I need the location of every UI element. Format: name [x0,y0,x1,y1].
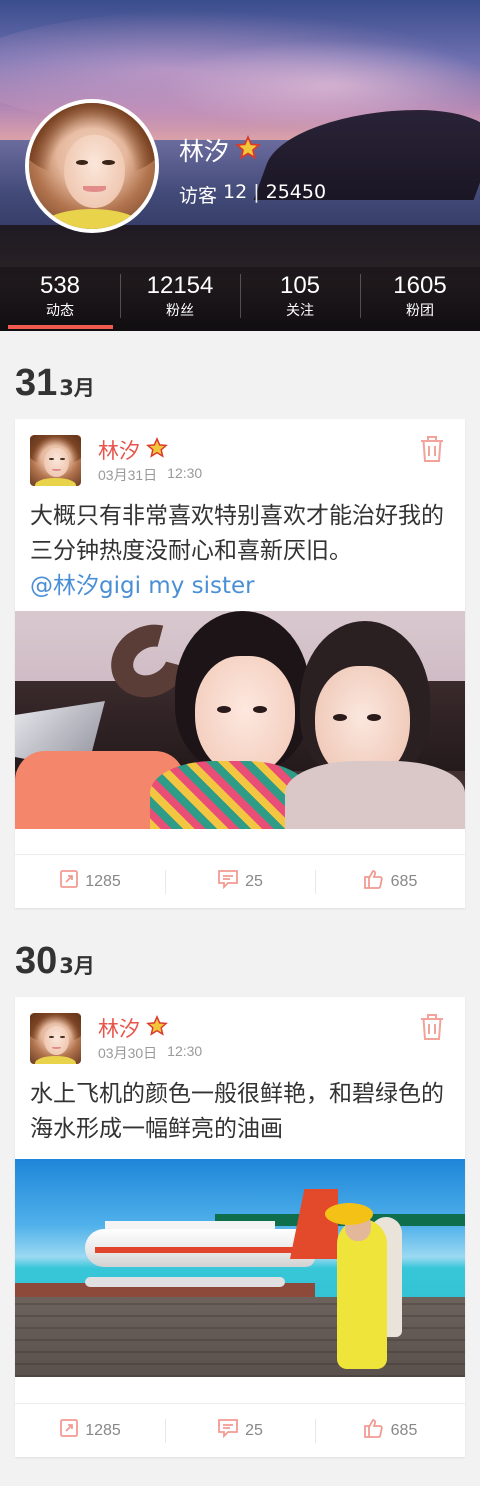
post-author[interactable]: 林汐 [98,435,140,465]
post-date: 03月31日 [98,467,158,483]
visitor-label: 访客 [179,185,218,207]
stat-value: 1605 [393,272,447,299]
date-day: 30 [15,940,58,982]
date-heading: 30 3月 [15,940,95,983]
post-actions: 1285 25 685 [15,854,465,908]
post-text: 水上飞机的颜色一般很鲜艳，和碧绿色的海水形成一幅鲜亮的油画 [30,1081,444,1142]
like-icon [363,1417,385,1444]
stat-label: 粉丝 [166,303,194,319]
tab-following[interactable]: 105 关注 [240,267,360,331]
post-photo[interactable] [15,1159,465,1377]
post-content: 水上飞机的颜色一般很鲜艳，和碧绿色的海水形成一幅鲜亮的油画 [30,1077,455,1147]
post-timestamp: 03月31日 12:30 [98,465,202,485]
post-author-row: 林汐 [98,1013,168,1043]
date-month: 3月 [59,954,95,978]
stat-value: 538 [39,272,81,299]
comment-count: 25 [245,872,263,890]
profile-avatar[interactable] [25,99,159,233]
delete-icon[interactable] [419,1013,445,1045]
post-avatar[interactable] [30,1013,81,1064]
date-heading: 31 3月 [15,362,95,405]
post-card: 林汐 03月30日 12:30 水上飞机的颜色一般很鲜艳，和碧绿色的海水形成一幅… [15,997,465,1457]
visitor-today: 12 [223,181,248,203]
delete-icon[interactable] [419,435,445,467]
stat-label: 粉团 [406,303,434,319]
profile-name: 林汐 [179,137,230,166]
share-count: 1285 [85,1421,121,1439]
like-count: 685 [390,1421,418,1439]
visitor-separator: | [253,181,260,203]
post-text: 大概只有非常喜欢特别喜欢才能治好我的三分钟热度没耐心和喜新厌旧。 [30,503,444,564]
comment-count: 25 [245,1421,263,1439]
visitor-count: 访客 12 | 25450 [179,181,326,208]
date-month: 3月 [59,376,95,400]
active-tab-indicator [8,325,113,329]
tab-fans[interactable]: 12154 粉丝 [120,267,240,331]
mention-link[interactable]: @林汐gigi my sister [30,569,455,604]
profile-stats: 538 动态 12154 粉丝 105 关注 1605 粉团 [0,267,480,331]
post-time: 12:30 [167,1043,203,1059]
share-icon [59,869,79,894]
visitor-total: 25450 [265,181,327,203]
stat-value: 12154 [146,272,214,299]
share-button[interactable]: 1285 [15,1404,165,1457]
like-count: 685 [390,872,418,890]
post-avatar[interactable] [30,435,81,486]
like-button[interactable]: 685 [315,855,465,908]
post-timestamp: 03月30日 12:30 [98,1043,202,1063]
post-time: 12:30 [167,465,203,481]
star-icon [146,436,168,464]
date-day: 31 [15,362,58,404]
share-button[interactable]: 1285 [15,855,165,908]
stat-label: 关注 [286,303,314,319]
share-count: 1285 [85,872,121,890]
post-photo[interactable] [15,611,465,829]
tab-posts[interactable]: 538 动态 [0,267,120,331]
profile-name-row: 林汐 [179,132,261,168]
post-date: 03月30日 [98,1045,158,1061]
comment-button[interactable]: 25 [165,1404,315,1457]
comment-icon [217,1418,239,1443]
like-button[interactable]: 685 [315,1404,465,1457]
post-card: 林汐 03月31日 12:30 大概只有非常喜欢特别喜欢才能治好我的三分钟热度没… [15,419,465,908]
post-author-row: 林汐 [98,435,168,465]
post-actions: 1285 25 685 [15,1403,465,1457]
comment-button[interactable]: 25 [165,855,315,908]
comment-icon [217,869,239,894]
like-icon [363,868,385,895]
share-icon [59,1418,79,1443]
star-icon [235,135,261,165]
post-author[interactable]: 林汐 [98,1013,140,1043]
profile-header: 林汐 访客 12 | 25450 538 动态 12154 粉丝 105 关注 … [0,0,480,331]
stat-label: 动态 [46,303,74,319]
star-icon [146,1014,168,1042]
stat-value: 105 [279,272,321,299]
post-content: 大概只有非常喜欢特别喜欢才能治好我的三分钟热度没耐心和喜新厌旧。 @林汐gigi… [30,499,455,604]
tab-fan-groups[interactable]: 1605 粉团 [360,267,480,331]
